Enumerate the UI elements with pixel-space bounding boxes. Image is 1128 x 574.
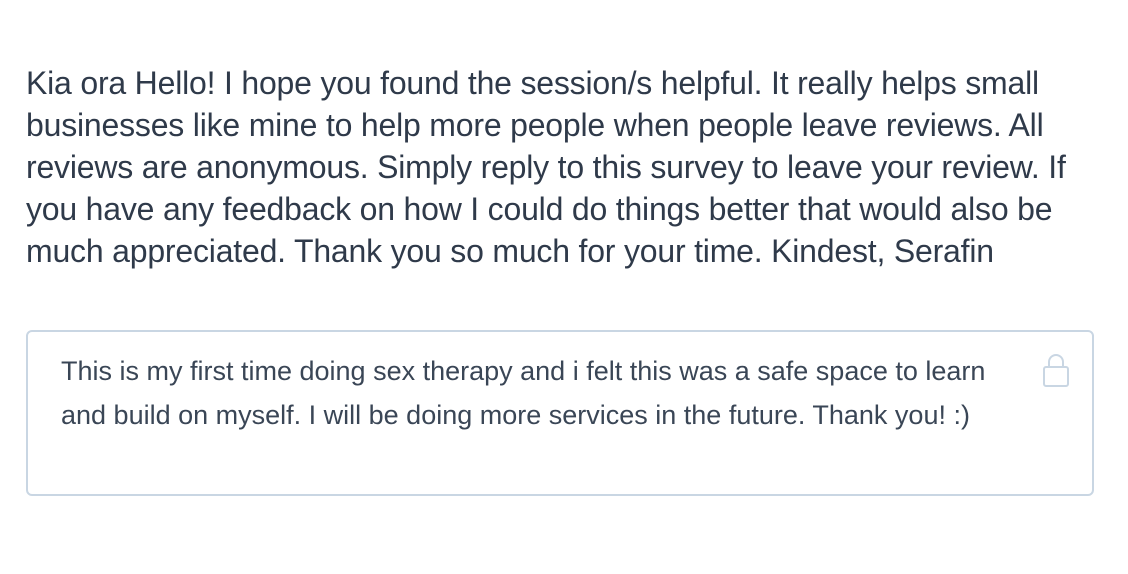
survey-response-field[interactable]: This is my first time doing sex therapy …	[26, 330, 1094, 496]
lock-icon	[1042, 352, 1070, 388]
survey-response-text: This is my first time doing sex therapy …	[61, 356, 986, 430]
survey-prompt-text: Kia ora Hello! I hope you found the sess…	[26, 65, 1066, 269]
